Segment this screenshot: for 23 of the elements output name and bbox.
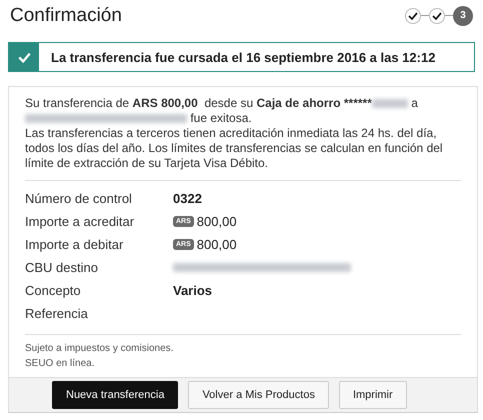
field-label: Concepto (25, 283, 81, 298)
footnote: SEUO en línea. (25, 357, 96, 371)
secondary-button[interactable]: Imprimir (338, 381, 407, 409)
check-icon (18, 52, 30, 62)
field-label: CBU destino (25, 260, 98, 275)
field-value: 800,00 (196, 237, 237, 252)
field-label: Importe a debitar (25, 237, 124, 252)
current-step: 3 (453, 6, 473, 26)
check-icon (432, 12, 442, 20)
check-icon (408, 12, 418, 20)
page-title: Confirmación (10, 4, 122, 26)
footnote: Sujeto a impuestos y comisiones. (25, 342, 174, 356)
field-label: Referencia (25, 306, 88, 321)
summary-text: Su transferencia de ARS 800,00 desde su Caja de ahorro ****** a fue exitosa. (25, 96, 419, 126)
field-value: 800,00 (196, 214, 237, 229)
secondary-button[interactable]: Volver a Mis Productos (188, 381, 329, 409)
info-text: Las transferencias a terceros tienen acreditación inmediata las 24 hs. del día, todos los días del año. Los límites de transferencias se calculan en función del límite de extracción de su Tarjeta Visa Débito. (25, 126, 444, 171)
field-label: Número de control (25, 191, 132, 206)
field-value: Varios (173, 283, 212, 298)
field-label: Importe a acreditar (25, 214, 134, 229)
field-value: 0322 (173, 191, 202, 206)
banner-message: La transferencia fue cursada el 16 septiembre 2016 a las 12:12 (50, 50, 436, 64)
primary-button[interactable]: Nueva transferencia (52, 381, 178, 409)
